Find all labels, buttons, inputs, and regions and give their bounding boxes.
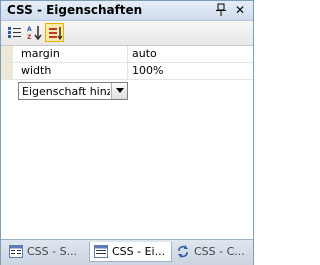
bottom-tabbar: CSS - S... CSS - Ei... CSS - C... <box>1 239 253 265</box>
tab-label: CSS - Ei... <box>112 245 166 258</box>
column-divider <box>127 63 128 79</box>
css-properties-icon <box>94 245 108 258</box>
tab-label: CSS - C... <box>194 245 245 258</box>
property-value[interactable]: auto <box>132 47 157 60</box>
property-grid: margin auto width 100% Eigenschaft hinzu… <box>1 46 253 236</box>
svg-text:A: A <box>27 26 32 33</box>
categorized-view-button[interactable] <box>5 23 24 42</box>
property-name: margin <box>21 47 60 60</box>
property-name: width <box>21 64 52 77</box>
alphabetical-sort-button[interactable]: A Z <box>25 23 44 42</box>
pin-icon[interactable] <box>215 3 227 17</box>
tab-css-properties[interactable]: CSS - Ei... <box>89 242 172 262</box>
column-divider <box>127 46 128 62</box>
chevron-down-icon <box>116 88 124 93</box>
property-value[interactable]: 100% <box>132 64 163 77</box>
css-refresh-icon <box>178 245 188 258</box>
applied-properties-icon <box>49 27 63 41</box>
svg-text:Z: Z <box>27 34 32 40</box>
dropdown-button[interactable] <box>111 83 127 99</box>
property-row[interactable]: margin auto <box>1 46 253 63</box>
panel-toolbar: A Z <box>1 21 253 46</box>
applied-properties-button[interactable] <box>45 23 64 42</box>
css-styles-icon <box>9 245 23 258</box>
sort-alphabetical-icon: A Z <box>27 26 42 40</box>
property-row[interactable]: width 100% <box>1 63 253 80</box>
panel-title: CSS - Eigenschaften <box>7 3 143 17</box>
panel-titlebar[interactable]: CSS - Eigenschaften ✕ <box>1 1 253 21</box>
close-icon[interactable]: ✕ <box>233 2 247 18</box>
add-property-dropdown[interactable]: Eigenschaft hinzufügen <box>18 82 128 100</box>
row-gutter <box>1 46 13 62</box>
add-property-selected: Eigenschaft hinzufügen <box>22 85 110 98</box>
categorized-list-icon <box>8 27 21 38</box>
tab-css-styles[interactable]: CSS - S... <box>5 242 89 262</box>
css-properties-panel: CSS - Eigenschaften ✕ A Z margin auto wi… <box>0 0 254 265</box>
tab-css-c[interactable]: CSS - C... <box>172 242 252 262</box>
row-gutter <box>1 63 13 79</box>
tab-label: CSS - S... <box>27 245 78 258</box>
